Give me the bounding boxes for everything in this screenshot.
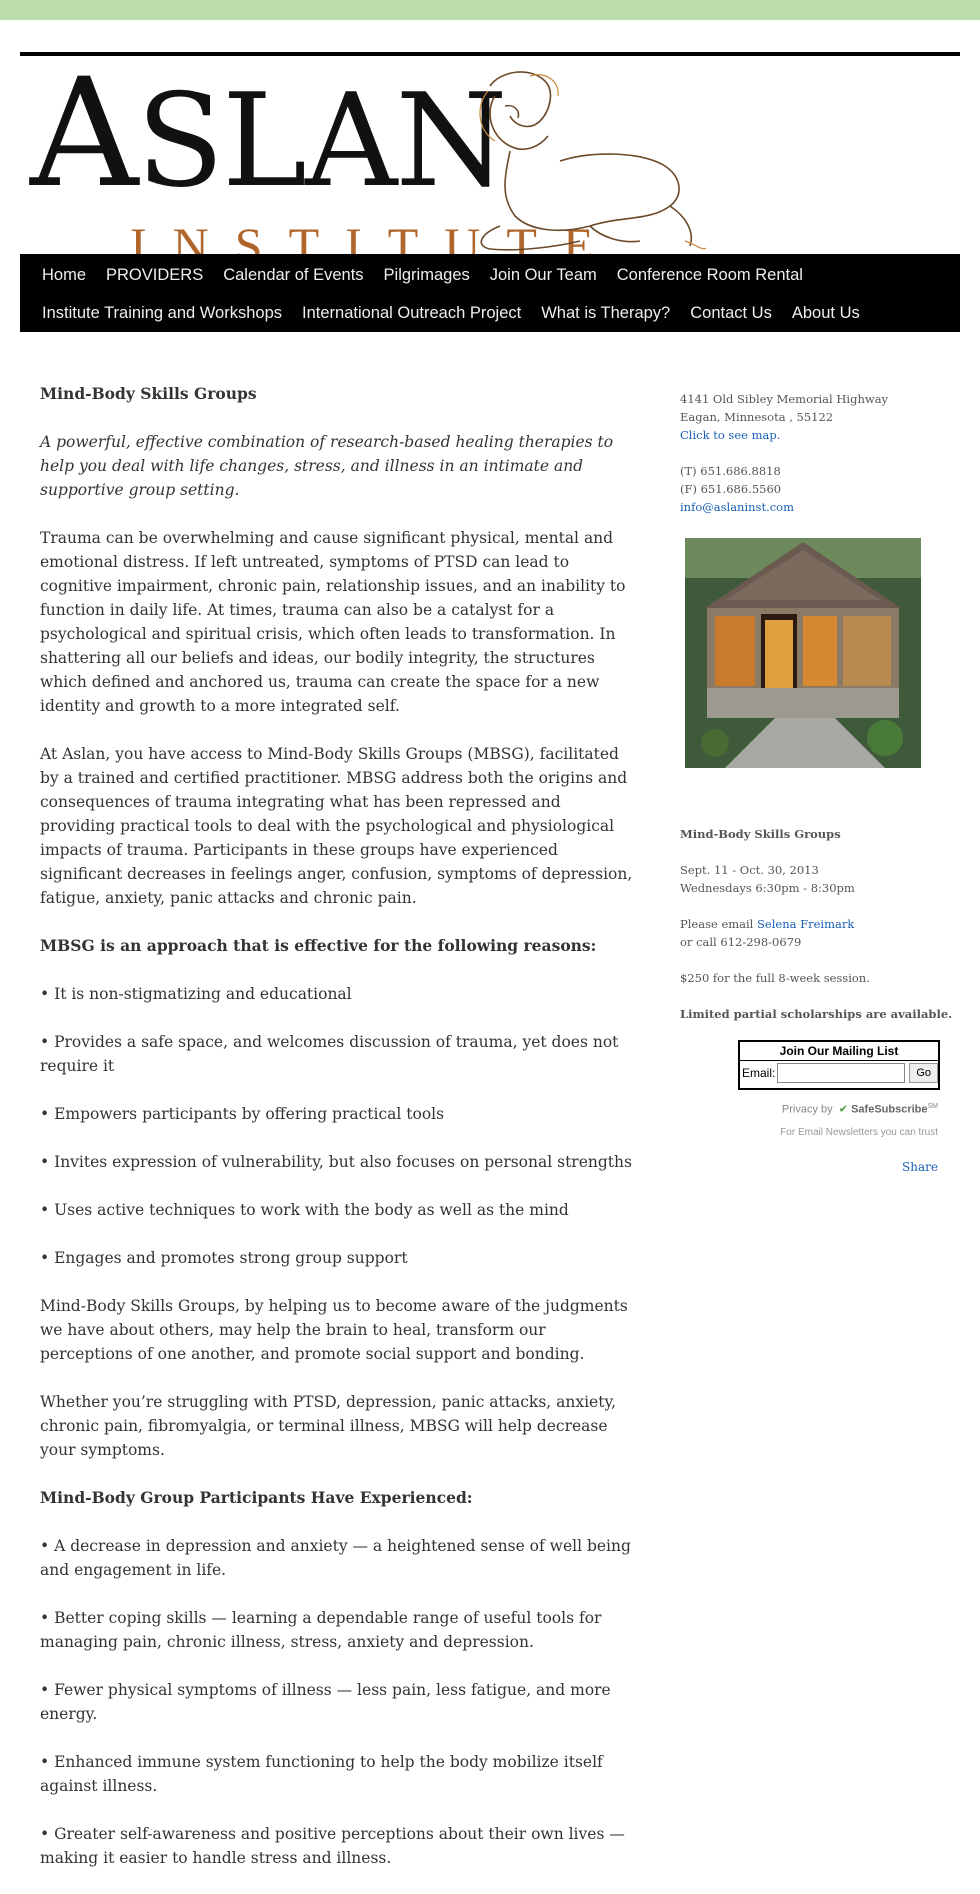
newsletter-tagline: For Email Newsletters you can trust	[780, 1127, 938, 1138]
address-line-1: 4141 Old Sibley Memorial Highway	[680, 392, 889, 406]
main-content: Mind-Body Skills Groups A powerful, effe…	[40, 382, 640, 1894]
privacy-by-text: Privacy by	[781, 1103, 833, 1116]
fax-number: (F) 651.686.5560	[680, 482, 782, 496]
building-photo	[685, 538, 921, 768]
nav-row-1: Home PROVIDERS Calendar of Events Pilgri…	[32, 264, 813, 286]
group-times: Wednesdays 6:30pm - 8:30pm	[680, 881, 855, 895]
experiences-heading: Mind-Body Group Participants Have Experi…	[40, 1488, 473, 1507]
paragraph-judgments: Mind-Body Skills Groups, by helping us t…	[40, 1297, 628, 1363]
sm-mark: SM	[927, 1103, 939, 1110]
top-accent-bar	[0, 0, 980, 20]
nav-providers[interactable]: PROVIDERS	[96, 264, 213, 286]
contact-name-link[interactable]: Selena Freimark	[757, 917, 854, 931]
checkmark-icon: ✔	[838, 1103, 849, 1116]
site-logo[interactable]: ASLAN INSTITUTE	[30, 59, 710, 274]
list-item: • Invites expression of vulnerability, b…	[40, 1153, 632, 1171]
list-item: • Provides a safe space, and welcomes di…	[40, 1033, 619, 1075]
email-link[interactable]: info@aslaninst.com	[680, 500, 794, 514]
share-link[interactable]: Share	[680, 1158, 938, 1176]
contact-info: Please email Selena Freimark or call 612…	[680, 915, 960, 951]
scholarships-text: Limited partial scholarships are availab…	[680, 1007, 953, 1021]
list-item: • Empowers participants by offering prac…	[40, 1105, 445, 1123]
email-input[interactable]	[777, 1063, 906, 1083]
map-link[interactable]: Click to see map.	[680, 428, 780, 442]
group-dates: Sept. 11 - Oct. 30, 2013	[680, 863, 819, 877]
privacy-line: Privacy by ✔ SafeSubscribeSM	[680, 1098, 938, 1119]
list-item: • Fewer physical symptoms of illness — l…	[40, 1681, 611, 1723]
header-rule	[20, 52, 960, 56]
price-text: $250 for the full 8-week session.	[680, 971, 870, 985]
schedule-block: Sept. 11 - Oct. 30, 2013 Wednesdays 6:30…	[680, 861, 960, 897]
nav-international-outreach[interactable]: International Outreach Project	[292, 302, 531, 324]
address-line-2: Eagan, Minnesota , 55122	[680, 410, 834, 424]
page-title: Mind-Body Skills Groups	[40, 384, 257, 403]
list-item: • A decrease in depression and anxiety —…	[40, 1537, 631, 1579]
nav-contact-us[interactable]: Contact Us	[680, 302, 782, 324]
paragraph-trauma: Trauma can be overwhelming and cause sig…	[40, 529, 626, 715]
phone-number: (T) 651.686.8818	[680, 464, 781, 478]
list-item: • Enhanced immune system functioning to …	[40, 1753, 603, 1795]
paragraph-struggling: Whether you’re struggling with PTSD, dep…	[40, 1393, 617, 1459]
nav-pilgrimages[interactable]: Pilgrimages	[374, 264, 480, 286]
logo-wordmark: ASLAN	[30, 59, 507, 212]
logo-word-rest: SLAN	[136, 67, 507, 216]
go-button[interactable]: Go	[909, 1063, 939, 1083]
mailing-list-form: Join Our Mailing List Email: Go	[738, 1040, 940, 1090]
contact-call: or call 612-298-0679	[680, 935, 802, 949]
mailing-list-row: Email: Go	[740, 1061, 939, 1085]
lion-illustration	[479, 71, 707, 251]
list-item: • Engages and promotes strong group supp…	[40, 1249, 408, 1267]
logo-initial: A	[30, 47, 138, 221]
nav-join-our-team[interactable]: Join Our Team	[480, 264, 607, 286]
contact-block: 4141 Old Sibley Memorial Highway Eagan, …	[680, 390, 960, 444]
mailing-list-title: Join Our Mailing List	[740, 1042, 938, 1061]
nav-what-is-therapy[interactable]: What is Therapy?	[531, 302, 680, 324]
list-item: • Greater self-awareness and positive pe…	[40, 1825, 625, 1867]
intro-text: A powerful, effective combination of res…	[40, 433, 614, 499]
reasons-heading: MBSG is an approach that is effective fo…	[40, 936, 597, 955]
list-item: • Uses active techniques to work with th…	[40, 1201, 569, 1219]
contact-prefix: Please email	[680, 917, 758, 931]
main-nav: Home PROVIDERS Calendar of Events Pilgri…	[20, 254, 960, 332]
paragraph-mbsg: At Aslan, you have access to Mind-Body S…	[40, 745, 633, 907]
nav-institute-training[interactable]: Institute Training and Workshops	[32, 302, 292, 324]
list-item: • It is non-stigmatizing and educational	[40, 985, 352, 1003]
nav-row-2: Institute Training and Workshops Interna…	[32, 302, 870, 324]
list-item: • Better coping skills — learning a depe…	[40, 1609, 602, 1651]
sidebar: 4141 Old Sibley Memorial Highway Eagan, …	[680, 390, 960, 1174]
nav-conference-room-rental[interactable]: Conference Room Rental	[607, 264, 813, 286]
safesubscribe-text[interactable]: SafeSubscribe	[851, 1104, 927, 1116]
group-title: Mind-Body Skills Groups	[680, 827, 841, 841]
nav-calendar-of-events[interactable]: Calendar of Events	[213, 264, 373, 286]
nav-home[interactable]: Home	[32, 264, 96, 286]
nav-about-us[interactable]: About Us	[782, 302, 870, 324]
phone-block: (T) 651.686.8818 (F) 651.686.5560 info@a…	[680, 462, 960, 516]
email-label: Email:	[742, 1066, 776, 1080]
